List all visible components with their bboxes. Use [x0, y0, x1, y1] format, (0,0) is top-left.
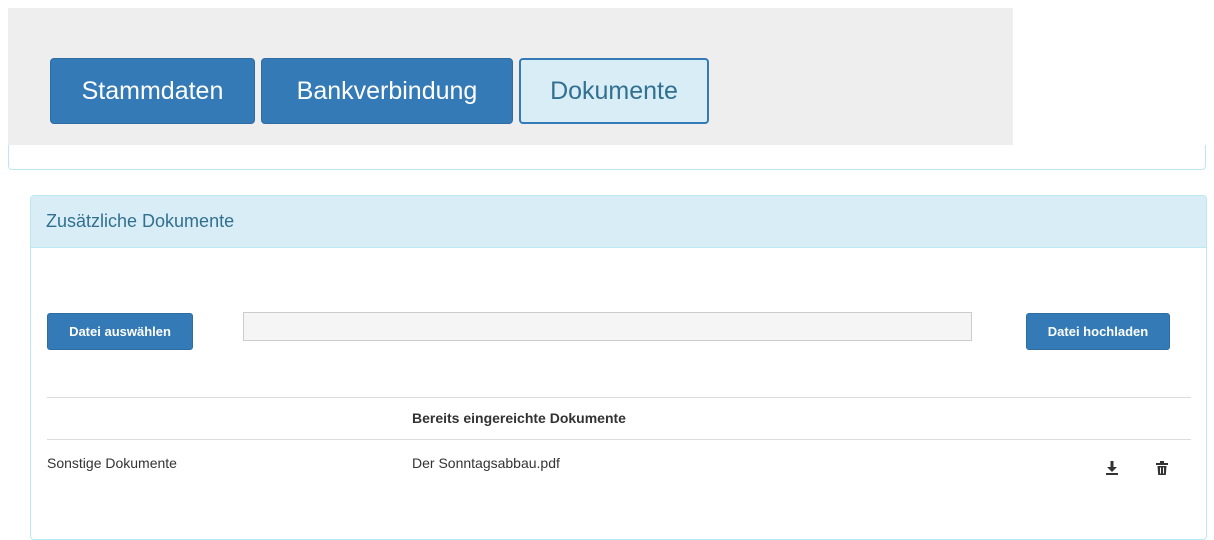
documents-panel: Zusätzliche Dokumente Datei auswählen Da… — [30, 195, 1207, 540]
tab-dokumente[interactable]: Dokumente — [519, 58, 709, 124]
download-icon[interactable] — [1105, 460, 1119, 476]
file-name-field[interactable] — [243, 312, 972, 341]
panel-title: Zusätzliche Dokumente — [31, 196, 1206, 248]
choose-file-button[interactable]: Datei auswählen — [47, 313, 193, 350]
table-top-divider — [47, 397, 1191, 398]
tab-stammdaten[interactable]: Stammdaten — [50, 58, 255, 124]
table-header-documents: Bereits eingereichte Dokumente — [412, 410, 626, 426]
tab-bar: Stammdaten Bankverbindung Dokumente — [8, 8, 1013, 145]
trash-icon[interactable] — [1155, 460, 1169, 476]
document-file-cell: Der Sonntagsabbau.pdf — [412, 455, 560, 471]
tab-bankverbindung[interactable]: Bankverbindung — [261, 58, 513, 124]
table-header-divider — [47, 439, 1191, 440]
previous-panel-bottom — [8, 145, 1206, 170]
upload-file-button[interactable]: Datei hochladen — [1026, 313, 1170, 350]
document-type-cell: Sonstige Dokumente — [47, 455, 177, 471]
